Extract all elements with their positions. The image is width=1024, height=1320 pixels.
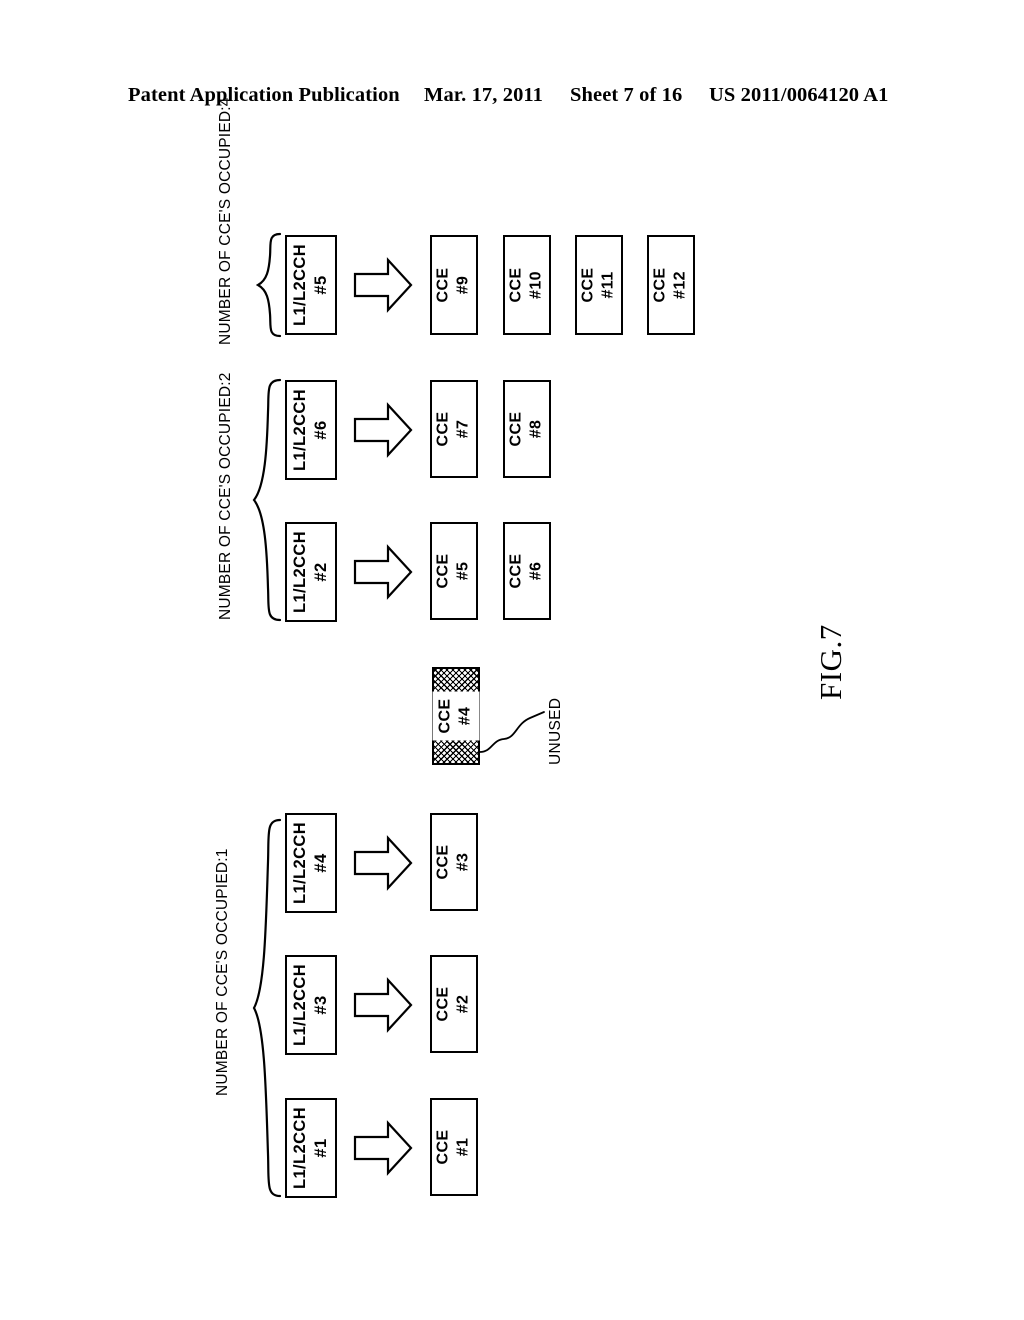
cce-box[interactable]: CCE #1 — [430, 1098, 478, 1196]
box-line-2: #6 — [312, 420, 330, 440]
box-line-2: #11 — [600, 271, 617, 299]
cce-box[interactable]: CCE #9 — [430, 235, 478, 335]
mapping-arrow-icon — [352, 543, 414, 601]
box-line-2: #2 — [312, 562, 330, 582]
box-line-2: #3 — [455, 852, 472, 872]
box-line-1: L1/L2CCH — [290, 1106, 309, 1190]
cce-box[interactable]: CCE #6 — [503, 522, 551, 620]
cce-box[interactable]: CCE #2 — [430, 955, 478, 1053]
l1l2cch-box[interactable]: L1/L2CCH #2 — [285, 522, 337, 622]
group-label-occupied-1: NUMBER OF CCE'S OCCUPIED:1 — [214, 848, 231, 1096]
l1l2cch-box[interactable]: L1/L2CCH #5 — [285, 235, 337, 335]
unused-label: UNUSED — [547, 697, 564, 765]
box-line-2: #10 — [528, 271, 545, 299]
box-line-2: #9 — [455, 275, 472, 295]
cce-unused-box[interactable]: CCE #4 — [432, 667, 480, 765]
group-label-occupied-2: NUMBER OF CCE'S OCCUPIED:2 — [217, 372, 234, 620]
mapping-arrow-icon — [352, 256, 414, 314]
l1l2cch-box[interactable]: L1/L2CCH #4 — [285, 813, 337, 913]
cce-box[interactable]: CCE #10 — [503, 235, 551, 335]
patent-figure: FIG.7 NUMBER OF CCE'S OCCUPIED:4 L1/L2CC… — [0, 0, 1024, 1320]
box-line-1: CCE — [434, 267, 452, 303]
box-line-2: #7 — [455, 419, 472, 439]
box-line-1: CCE — [434, 553, 452, 589]
box-line-1: CCE — [434, 411, 452, 447]
brace-occupied-4 — [256, 232, 282, 338]
cce-box[interactable]: CCE #12 — [647, 235, 695, 335]
l1l2cch-box[interactable]: L1/L2CCH #1 — [285, 1098, 337, 1198]
brace-occupied-2 — [252, 378, 282, 622]
box-line-1: CCE — [507, 553, 525, 589]
box-line-1: CCE — [436, 698, 454, 734]
mapping-arrow-icon — [352, 976, 414, 1034]
box-line-2: #5 — [455, 561, 472, 581]
box-line-2: #4 — [457, 706, 474, 726]
box-line-1: CCE — [651, 267, 669, 303]
group-label-occupied-4: NUMBER OF CCE'S OCCUPIED:4 — [217, 97, 234, 345]
l1l2cch-box[interactable]: L1/L2CCH #6 — [285, 380, 337, 480]
box-line-2: #12 — [672, 271, 689, 299]
box-line-2: #3 — [312, 995, 330, 1015]
mapping-arrow-icon — [352, 401, 414, 459]
box-line-2: #1 — [455, 1137, 472, 1157]
cce-box[interactable]: CCE #5 — [430, 522, 478, 620]
box-line-1: L1/L2CCH — [290, 388, 309, 472]
box-line-1: CCE — [579, 267, 597, 303]
mapping-arrow-icon — [352, 1119, 414, 1177]
box-line-2: #8 — [528, 419, 545, 439]
box-line-1: CCE — [434, 844, 452, 880]
box-line-1: L1/L2CCH — [290, 530, 309, 614]
box-line-1: L1/L2CCH — [290, 243, 309, 327]
box-line-2: #6 — [528, 561, 545, 581]
box-line-2: #2 — [455, 994, 472, 1014]
l1l2cch-box[interactable]: L1/L2CCH #3 — [285, 955, 337, 1055]
box-line-1: CCE — [434, 1129, 452, 1165]
box-line-1: CCE — [434, 986, 452, 1022]
cce-box[interactable]: CCE #3 — [430, 813, 478, 911]
box-line-2: #5 — [312, 275, 330, 295]
box-line-1: CCE — [507, 267, 525, 303]
box-line-2: #4 — [312, 853, 330, 873]
cce-box[interactable]: CCE #7 — [430, 380, 478, 478]
box-line-1: CCE — [507, 411, 525, 447]
brace-occupied-1 — [252, 818, 282, 1198]
mapping-arrow-icon — [352, 834, 414, 892]
box-line-1: L1/L2CCH — [290, 821, 309, 905]
box-line-2: #1 — [312, 1138, 330, 1158]
cce-box[interactable]: CCE #8 — [503, 380, 551, 478]
box-line-1: L1/L2CCH — [290, 963, 309, 1047]
cce-box[interactable]: CCE #11 — [575, 235, 623, 335]
unused-leader-line — [478, 706, 548, 754]
figure-number: FIG.7 — [813, 624, 848, 700]
